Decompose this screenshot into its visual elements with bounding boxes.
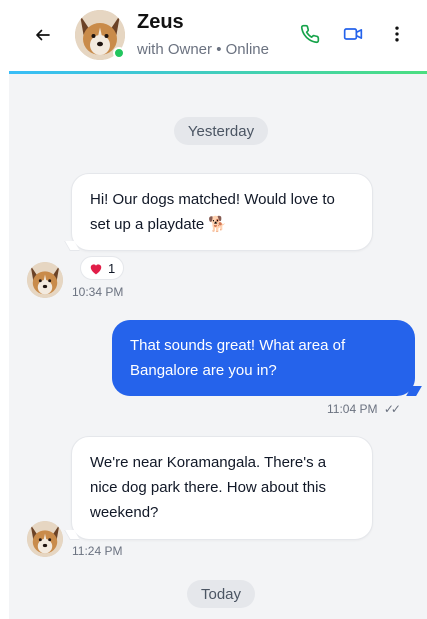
message-text-line: set up a playdate 🐕 xyxy=(90,216,228,233)
voice-call-button[interactable] xyxy=(300,24,322,46)
chat-header: Zeus with Owner • Online xyxy=(0,0,427,72)
message-timestamp: 11:04 PM ✓✓ xyxy=(327,402,401,416)
back-button[interactable] xyxy=(30,22,56,48)
more-options-button[interactable] xyxy=(387,24,409,46)
bubble-tail xyxy=(64,530,80,540)
sender-avatar[interactable] xyxy=(27,262,63,298)
contact-name: Zeus xyxy=(137,11,184,33)
incoming-message-bubble[interactable]: Hi! Our dogs matched! Would love to set … xyxy=(64,173,373,251)
reaction-count: 1 xyxy=(108,260,116,276)
contact-avatar[interactable] xyxy=(75,10,125,60)
bubble-tail xyxy=(64,241,80,251)
more-vertical-icon xyxy=(395,26,399,42)
arrow-left-icon xyxy=(36,29,50,41)
heart-icon xyxy=(90,263,102,274)
message-text-line: nice dog park there. How about this xyxy=(90,479,326,496)
incoming-message-bubble[interactable]: We're near Koramangala. There's a nice d… xyxy=(64,436,373,540)
message-timestamp: 10:34 PM xyxy=(72,285,124,299)
online-status-indicator xyxy=(113,47,125,59)
message-timestamp: 11:24 PM xyxy=(72,544,123,558)
message-text-line: weekend? xyxy=(90,504,159,521)
contact-subtitle: with Owner • Online xyxy=(137,41,269,58)
timestamp-text: 11:04 PM xyxy=(327,402,378,416)
read-receipt-icon: ✓✓ xyxy=(383,402,401,416)
date-separator-today: Today xyxy=(187,580,255,608)
message-reaction[interactable]: 1 xyxy=(80,256,125,280)
bubble-tail xyxy=(406,386,422,396)
video-camera-icon xyxy=(343,28,363,40)
video-call-button[interactable] xyxy=(343,24,365,46)
message-text-line: Bangalore are you in? xyxy=(130,362,277,379)
message-text-line: That sounds great! What area of xyxy=(130,337,346,354)
sender-avatar[interactable] xyxy=(27,521,63,557)
phone-icon xyxy=(300,24,320,44)
outgoing-message-bubble[interactable]: That sounds great! What area of Bangalor… xyxy=(112,320,422,396)
message-text-line: Hi! Our dogs matched! Would love to xyxy=(90,191,335,208)
message-text-line: We're near Koramangala. There's a xyxy=(90,454,327,471)
date-separator-yesterday: Yesterday xyxy=(174,117,268,145)
message-list[interactable]: Yesterday Hi! Our dogs matched! Would lo… xyxy=(9,74,427,619)
